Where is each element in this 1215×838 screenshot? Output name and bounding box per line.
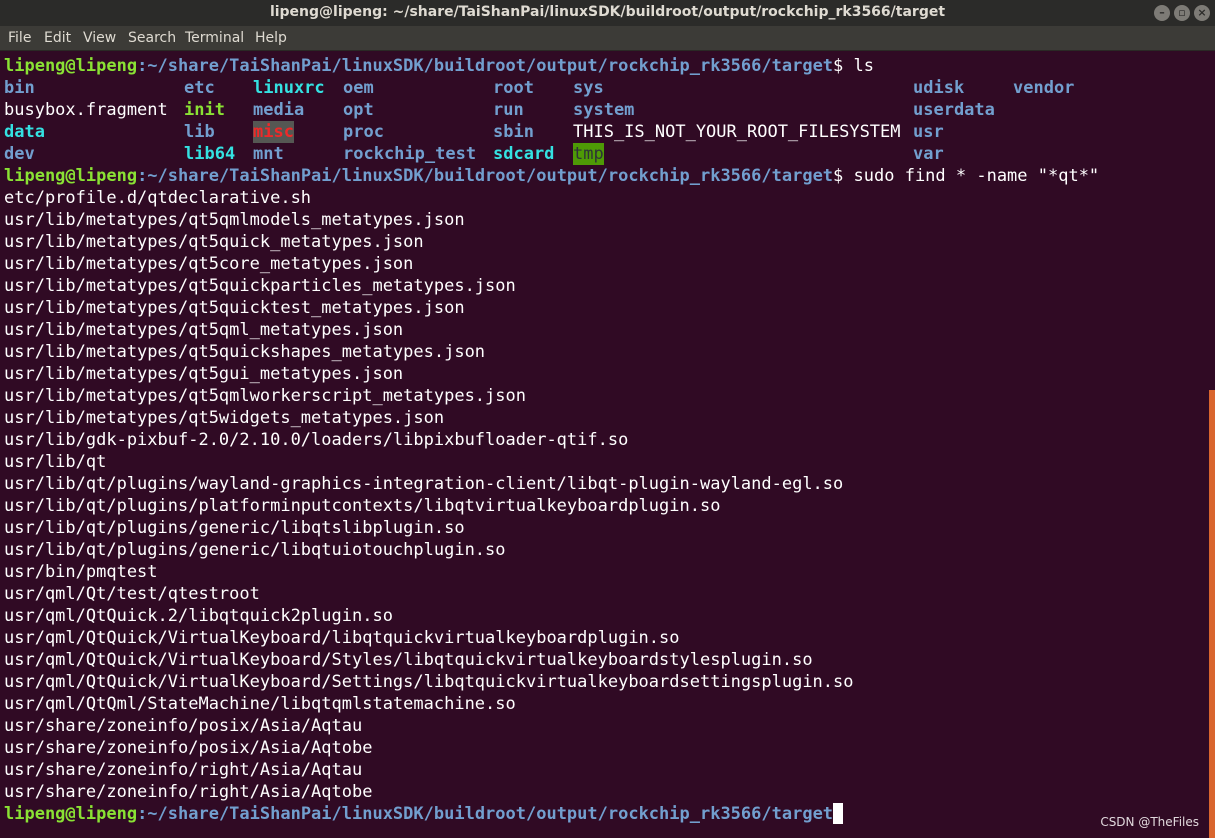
command-text: ls: [853, 56, 875, 76]
find-result-line: usr/lib/metatypes/qt5qmlworkerscript_met…: [4, 386, 526, 406]
find-result-line: usr/lib/qt/plugins/generic/libqtslibplug…: [4, 518, 465, 538]
find-result-line: usr/lib/metatypes/qt5quick_metatypes.jso…: [4, 232, 424, 252]
menu-help[interactable]: Help: [255, 26, 287, 50]
ls-entry: usr: [913, 122, 944, 142]
close-button[interactable]: ×: [1194, 5, 1210, 21]
scrollbar-thumb[interactable]: [1209, 390, 1215, 838]
ls-entry: opt: [343, 100, 374, 120]
menu-view[interactable]: View: [83, 26, 116, 50]
menu-search[interactable]: Search: [128, 26, 176, 50]
find-result-line: usr/lib/metatypes/qt5quickshapes_metatyp…: [4, 342, 486, 362]
window-titlebar[interactable]: lipeng@lipeng: ~/share/TaiShanPai/linuxS…: [0, 0, 1215, 26]
ls-entry: bin: [4, 78, 35, 98]
find-result-line: usr/lib/gdk-pixbuf-2.0/2.10.0/loaders/li…: [4, 430, 629, 450]
ls-entry: dev: [4, 144, 35, 164]
terminal-output[interactable]: lipeng@lipeng:~/share/TaiShanPai/linuxSD…: [0, 54, 1208, 838]
minimize-button[interactable]: –: [1154, 5, 1170, 21]
ls-entry: userdata: [913, 100, 995, 120]
find-result-line: usr/qml/QtQml/StateMachine/libqtqmlstate…: [4, 694, 516, 714]
window-title: lipeng@lipeng: ~/share/TaiShanPai/linuxS…: [269, 4, 946, 20]
ls-entry: rockchip_test: [343, 144, 477, 164]
find-result-line: usr/lib/metatypes/qt5quicktest_metatypes…: [4, 298, 465, 318]
find-result-line: usr/lib/metatypes/qt5gui_metatypes.json: [4, 364, 404, 384]
prompt-line: lipeng@lipeng:~/share/TaiShanPai/linuxSD…: [4, 55, 874, 77]
ls-entry: lib64: [184, 144, 236, 164]
find-result-line: usr/qml/Qt/test/qtestroot: [4, 584, 260, 604]
ls-entry: busybox.fragment: [4, 100, 168, 120]
find-result-line: usr/qml/QtQuick/VirtualKeyboard/Styles/l…: [4, 650, 813, 670]
find-result-line: usr/qml/QtQuick.2/libqtquick2plugin.so: [4, 606, 393, 626]
ls-entry: linuxrc: [253, 78, 325, 98]
find-result-line: usr/lib/metatypes/qt5widgets_metatypes.j…: [4, 408, 445, 428]
ls-entry: run: [493, 100, 524, 120]
find-result-line: usr/bin/pmqtest: [4, 562, 158, 582]
find-result-line: etc/profile.d/qtdeclarative.sh: [4, 188, 312, 208]
text-cursor: [833, 803, 843, 824]
ls-entry: udisk: [913, 78, 965, 98]
ls-entry: init: [184, 100, 225, 120]
ls-entry: vendor: [1013, 78, 1075, 98]
menu-terminal[interactable]: Terminal: [185, 26, 244, 50]
find-result-line: usr/lib/qt/plugins/wayland-graphics-inte…: [4, 474, 844, 494]
ls-entry: mnt: [253, 144, 284, 164]
prompt-symbol: $: [833, 166, 854, 186]
find-result-line: usr/lib/qt: [4, 452, 107, 472]
menu-bar: File Edit View Search Terminal Help: [0, 26, 1215, 51]
ls-entry: var: [913, 144, 944, 164]
prompt-user: lipeng@lipeng: [4, 804, 138, 824]
ls-entry: etc: [184, 78, 215, 98]
ls-entry: system: [573, 100, 635, 120]
find-result-line: usr/qml/QtQuick/VirtualKeyboard/Settings…: [4, 672, 854, 692]
find-result-line: usr/share/zoneinfo/right/Asia/Aqtobe: [4, 782, 373, 802]
menu-edit[interactable]: Edit: [44, 26, 71, 50]
ls-entry: root: [493, 78, 534, 98]
find-result-line: usr/lib/metatypes/qt5qmlmodels_metatypes…: [4, 210, 465, 230]
find-result-line: usr/lib/qt/plugins/generic/libqtuiotouch…: [4, 540, 506, 560]
prompt-path: :~/share/TaiShanPai/linuxSDK/buildroot/o…: [137, 166, 834, 186]
find-result-line: usr/lib/metatypes/qt5qml_metatypes.json: [4, 320, 404, 340]
find-result-line: usr/share/zoneinfo/posix/Asia/Aqtau: [4, 716, 363, 736]
ls-entry: misc: [253, 121, 294, 143]
ls-entry: THIS_IS_NOT_YOUR_ROOT_FILESYSTEM: [573, 122, 901, 142]
prompt-user: lipeng@lipeng: [4, 56, 138, 76]
find-result-line: usr/lib/qt/plugins/platforminputcontexts…: [4, 496, 721, 516]
ls-entry: sys: [573, 78, 604, 98]
ls-entry: proc: [343, 122, 384, 142]
menu-file[interactable]: File: [8, 26, 31, 50]
ls-entry: data: [4, 122, 45, 142]
command-text: sudo find * -name "*qt*": [853, 166, 1100, 186]
ls-entry: sdcard: [493, 144, 555, 164]
maximize-button[interactable]: ▫: [1174, 5, 1190, 21]
ls-entry: sbin: [493, 122, 534, 142]
watermark: CSDN @TheFiles: [1100, 815, 1199, 829]
find-result-line: usr/lib/metatypes/qt5core_metatypes.json: [4, 254, 414, 274]
prompt-line: lipeng@lipeng:~/share/TaiShanPai/linuxSD…: [4, 803, 854, 825]
scrollbar-track[interactable]: [1209, 54, 1215, 390]
ls-entry: tmp: [573, 143, 604, 165]
ls-entry: lib: [184, 122, 215, 142]
prompt-user: lipeng@lipeng: [4, 166, 138, 186]
find-result-line: usr/lib/metatypes/qt5quickparticles_meta…: [4, 276, 516, 296]
find-result-line: usr/qml/QtQuick/VirtualKeyboard/libqtqui…: [4, 628, 680, 648]
prompt-symbol: $: [833, 56, 854, 76]
ls-entry: media: [253, 100, 305, 120]
prompt-path: :~/share/TaiShanPai/linuxSDK/buildroot/o…: [137, 56, 834, 76]
find-result-line: usr/share/zoneinfo/right/Asia/Aqtau: [4, 760, 363, 780]
find-result-line: usr/share/zoneinfo/posix/Asia/Aqtobe: [4, 738, 373, 758]
prompt-line: lipeng@lipeng:~/share/TaiShanPai/linuxSD…: [4, 165, 1099, 187]
ls-entry: oem: [343, 78, 374, 98]
prompt-path: :~/share/TaiShanPai/linuxSDK/buildroot/o…: [137, 804, 834, 824]
